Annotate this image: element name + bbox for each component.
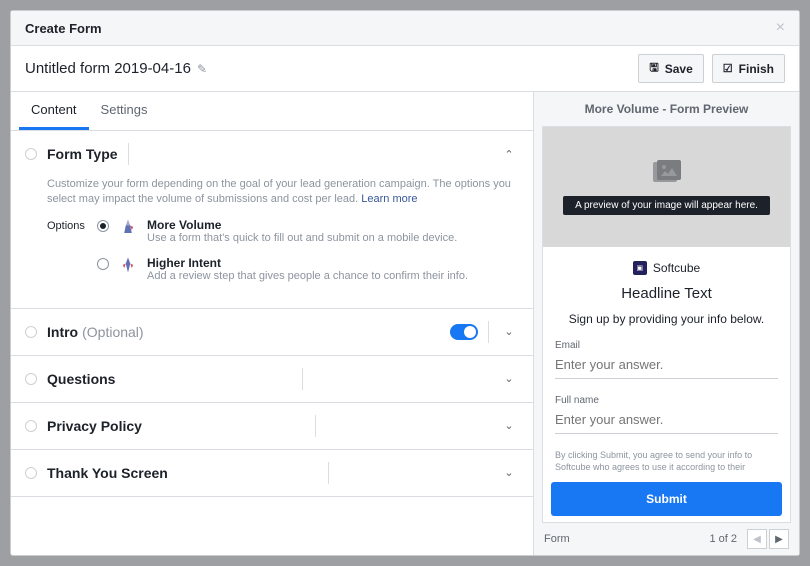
option-more-volume[interactable]: More Volume Use a form that's quick to f… — [97, 218, 519, 244]
preview-panel: More Volume - Form Preview A preview of … — [534, 92, 799, 555]
finish-label: Finish — [739, 62, 774, 76]
chevron-down-icon[interactable]: ⌄ — [499, 466, 519, 479]
save-icon: 🖫 — [649, 59, 658, 78]
intro-toggle[interactable] — [450, 324, 478, 340]
section-title: Privacy Policy — [47, 418, 142, 434]
section-head-intro[interactable]: Intro (Optional) ⌄ — [11, 309, 533, 355]
fullname-field[interactable] — [555, 408, 778, 434]
chevron-down-icon[interactable]: ⌄ — [499, 419, 519, 432]
tabs: Content Settings — [11, 92, 533, 131]
section-intro: Intro (Optional) ⌄ — [11, 309, 533, 356]
save-button[interactable]: 🖫 Save — [638, 54, 703, 83]
preview-subline: Sign up by providing your info below. — [555, 312, 778, 326]
section-head-thankyou[interactable]: Thank You Screen ⌄ — [11, 450, 533, 496]
chevron-down-icon[interactable]: ⌄ — [499, 325, 519, 338]
radio-selected-icon — [97, 220, 109, 232]
brand: ▣ Softcube — [633, 261, 700, 275]
modal-header: Create Form × — [11, 11, 799, 46]
left-panel: Content Settings Form Type ⌃ Customize y… — [11, 92, 534, 555]
section-head-questions[interactable]: Questions ⌄ — [11, 356, 533, 402]
radio-icon — [97, 258, 109, 270]
finish-button[interactable]: ☑ Finish — [712, 54, 785, 83]
form-name: Untitled form 2019-04-16 — [25, 60, 191, 77]
section-form-type: Form Type ⌃ Customize your form dependin… — [11, 131, 533, 309]
more-volume-icon — [119, 218, 137, 236]
tab-settings[interactable]: Settings — [89, 92, 160, 130]
preview-banner: A preview of your image will appear here… — [563, 196, 770, 215]
option-title: Higher Intent — [147, 256, 468, 270]
section-head-privacy[interactable]: Privacy Policy ⌄ — [11, 403, 533, 449]
image-placeholder-icon — [653, 160, 681, 182]
pager-position: 1 of 2 — [709, 533, 737, 545]
modal-title: Create Form — [25, 21, 102, 36]
section-radio — [25, 148, 37, 160]
learn-more-link[interactable]: Learn more — [361, 193, 417, 205]
create-form-modal: Create Form × Untitled form 2019-04-16 ✎… — [10, 10, 800, 556]
prev-page-button[interactable]: ◀ — [747, 529, 767, 549]
option-desc: Use a form that's quick to fill out and … — [147, 232, 457, 244]
section-title: Questions — [47, 371, 115, 387]
section-radio — [25, 373, 37, 385]
higher-intent-icon — [119, 256, 137, 274]
edit-name-icon[interactable]: ✎ — [197, 62, 207, 76]
save-label: Save — [665, 62, 693, 76]
pager: Form 1 of 2 ◀ ▶ — [534, 523, 799, 555]
section-thankyou: Thank You Screen ⌄ — [11, 450, 533, 497]
chevron-down-icon[interactable]: ⌄ — [499, 372, 519, 385]
finish-icon: ☑ — [723, 62, 733, 75]
section-head-form-type[interactable]: Form Type ⌃ — [11, 131, 533, 177]
section-title: Thank You Screen — [47, 465, 168, 481]
form-preview[interactable]: A preview of your image will appear here… — [542, 126, 791, 523]
section-radio — [25, 420, 37, 432]
preview-title: More Volume - Form Preview — [534, 92, 799, 126]
section-privacy: Privacy Policy ⌄ — [11, 403, 533, 450]
toolbar: Untitled form 2019-04-16 ✎ 🖫 Save ☑ Fini… — [11, 46, 799, 92]
close-icon[interactable]: × — [776, 19, 785, 37]
optional-label: (Optional) — [82, 324, 143, 340]
option-title: More Volume — [147, 218, 457, 232]
options-label: Options — [47, 218, 97, 232]
chevron-up-icon[interactable]: ⌃ — [499, 148, 519, 161]
fullname-label: Full name — [555, 395, 778, 406]
form-type-desc: Customize your form depending on the goa… — [47, 177, 519, 218]
tab-content[interactable]: Content — [19, 92, 89, 130]
preview-headline: Headline Text — [555, 285, 778, 302]
section-radio — [25, 467, 37, 479]
brand-logo-icon: ▣ — [633, 261, 647, 275]
section-radio — [25, 326, 37, 338]
section-title: Intro — [47, 324, 78, 340]
preview-hero: A preview of your image will appear here… — [543, 127, 790, 247]
option-desc: Add a review step that gives people a ch… — [147, 270, 468, 282]
next-page-button[interactable]: ▶ — [769, 529, 789, 549]
option-higher-intent[interactable]: Higher Intent Add a review step that giv… — [97, 256, 519, 282]
email-label: Email — [555, 340, 778, 351]
brand-name: Softcube — [653, 261, 700, 275]
submit-button[interactable]: Submit — [551, 482, 782, 516]
email-field[interactable] — [555, 353, 778, 379]
consent-text: By clicking Submit, you agree to send yo… — [555, 450, 778, 473]
section-questions: Questions ⌄ — [11, 356, 533, 403]
section-title: Form Type — [47, 146, 118, 162]
pager-label: Form — [544, 533, 570, 545]
